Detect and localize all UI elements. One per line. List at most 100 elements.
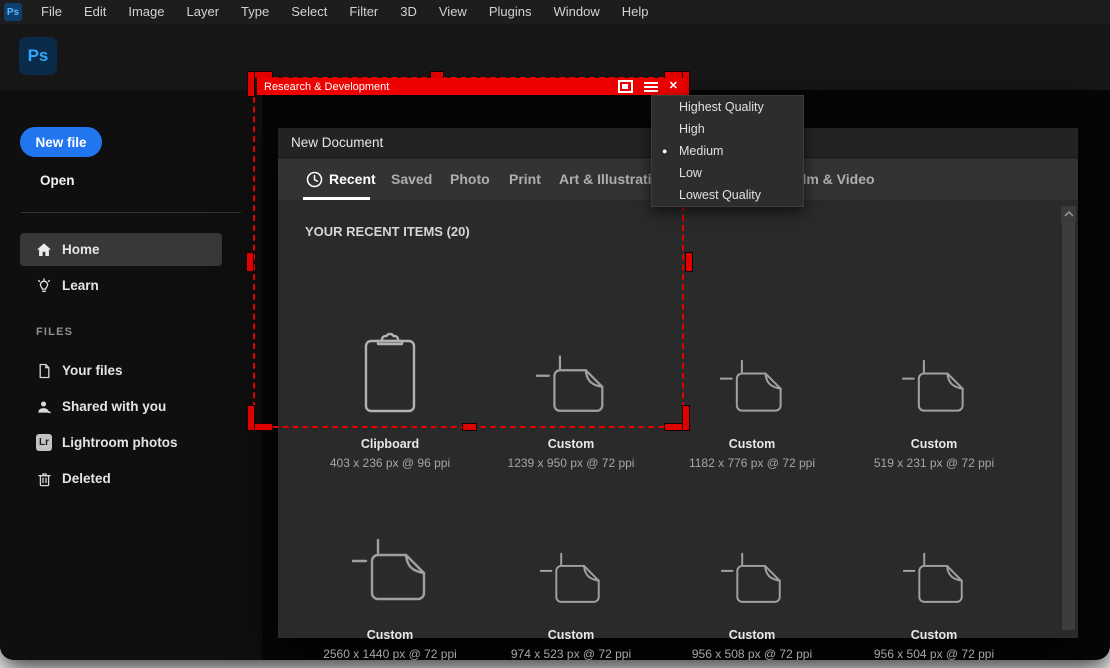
menu-image[interactable]: Image [117,0,175,24]
menu-file[interactable]: File [30,0,73,24]
sidebar-item-lightroom-photos[interactable]: Lr Lightroom photos [20,426,222,459]
selected-bullet-icon: ● [662,140,667,162]
open-button[interactable]: Open [40,173,75,188]
menu-edit[interactable]: Edit [73,0,117,24]
custom-doc-icon [672,518,832,608]
sidebar-item-shared-with-you[interactable]: Shared with you [20,390,222,423]
close-icon[interactable]: ✕ [669,78,678,95]
doc-size: 1182 x 776 px @ 72 ppi [672,456,832,470]
new-file-button[interactable]: New file [20,127,102,157]
selection-corner-handle[interactable] [682,405,690,431]
selection-corner-handle[interactable] [247,71,255,97]
chevron-up-icon [1063,210,1075,218]
ps-app-icon: Ps [4,3,22,21]
selection-corner-handle[interactable] [247,405,255,431]
custom-doc-icon [854,327,1014,417]
custom-doc-icon [854,518,1014,608]
menu-item-lowest-quality[interactable]: ●Lowest Quality [652,184,803,206]
menu-help[interactable]: Help [611,0,660,24]
menu-type[interactable]: Type [230,0,280,24]
menu-item-highest-quality[interactable]: ●Highest Quality [652,96,803,118]
sidebar-item-label: Lightroom photos [62,435,177,450]
clipboard-doc-icon [310,327,470,417]
lightbulb-icon [36,278,52,294]
doc-name: Custom [491,437,651,451]
menu-window[interactable]: Window [542,0,610,24]
menu-filter[interactable]: Filter [338,0,389,24]
sidebar-item-deleted[interactable]: Deleted [20,462,222,495]
tab-recent[interactable]: Recent [329,159,376,200]
doc-name: Custom [672,628,832,642]
custom-doc-icon [491,327,651,417]
doc-name: Custom [854,437,1014,451]
custom-doc-icon [672,327,832,417]
capture-window-title: Research & Development [264,81,618,93]
selection-mid-handle[interactable] [462,423,477,431]
custom-doc-icon [491,518,651,608]
recent-doc-card[interactable]: Clipboard 403 x 236 px @ 96 ppi [310,327,470,470]
doc-name: Custom [672,437,832,451]
menu-layer[interactable]: Layer [176,0,231,24]
menu-view[interactable]: View [428,0,478,24]
menu-3d[interactable]: 3D [389,0,428,24]
doc-size: 2560 x 1440 px @ 72 ppi [310,647,470,660]
document-icon [36,363,52,379]
menu-item-high[interactable]: ●High [652,118,803,140]
menu-plugins[interactable]: Plugins [478,0,543,24]
sidebar-item-home[interactable]: Home [20,233,222,266]
doc-name: Clipboard [310,437,470,451]
menu-hamburger-icon[interactable] [644,82,658,92]
menu-item-medium[interactable]: ●Medium [652,140,803,162]
recent-doc-card[interactable]: Custom 956 x 504 px @ 72 ppi [854,518,1014,660]
scrollbar-up-button[interactable] [1061,206,1076,222]
sidebar-divider [21,212,241,213]
menu-item-low[interactable]: ●Low [652,162,803,184]
menu-select[interactable]: Select [280,0,338,24]
doc-name: Custom [491,628,651,642]
home-icon [36,242,52,258]
recent-items-heading: YOUR RECENT ITEMS (20) [305,224,470,239]
doc-size: 403 x 236 px @ 96 ppi [310,456,470,470]
ps-logo: Ps [19,37,57,75]
selection-mid-handle[interactable] [246,252,254,272]
sidebar-item-learn[interactable]: Learn [20,269,222,302]
capture-window-titlebar[interactable]: Research & Development ✕ [257,78,685,95]
fill-square-icon[interactable] [618,80,633,93]
dialog-body: YOUR RECENT ITEMS (20) Clipboard 403 x 2… [278,200,1078,638]
lightroom-icon: Lr [36,435,52,451]
recent-doc-card[interactable]: Custom 2560 x 1440 px @ 72 ppi [310,518,470,660]
tab-photo[interactable]: Photo [450,159,490,200]
trash-icon [36,471,52,487]
doc-size: 974 x 523 px @ 72 ppi [491,647,651,660]
person-icon [36,399,52,415]
recent-doc-card[interactable]: Custom 974 x 523 px @ 72 ppi [491,518,651,660]
photoshop-window: Ps File Edit Image Layer Type Select Fil… [0,0,1110,660]
doc-name: Custom [854,628,1014,642]
doc-size: 956 x 504 px @ 72 ppi [854,647,1014,660]
recent-doc-card[interactable]: Custom 1182 x 776 px @ 72 ppi [672,327,832,470]
sidebar-item-label: Learn [62,278,99,293]
clock-icon [306,171,323,193]
sidebar-item-your-files[interactable]: Your files [20,354,222,387]
menu-bar: Ps File Edit Image Layer Type Select Fil… [0,0,1110,24]
sidebar-item-label: Home [62,242,100,257]
sidebar-item-label: Shared with you [62,399,166,414]
doc-name: Custom [310,628,470,642]
quality-dropdown-menu: ●Highest Quality ●High ●Medium ●Low ●Low… [651,95,804,207]
tab-saved[interactable]: Saved [391,159,432,200]
dialog-title: New Document [291,135,383,150]
recent-doc-card[interactable]: Custom 1239 x 950 px @ 72 ppi [491,327,651,470]
recent-doc-card[interactable]: Custom 519 x 231 px @ 72 ppi [854,327,1014,470]
selection-mid-handle[interactable] [685,252,693,272]
custom-doc-icon [310,518,470,608]
tab-print[interactable]: Print [509,159,541,200]
files-section-header: FILES [36,326,73,338]
doc-size: 956 x 508 px @ 72 ppi [672,647,832,660]
doc-size: 1239 x 950 px @ 72 ppi [491,456,651,470]
home-sidebar: New file Open Home Learn FILES [0,90,262,660]
recent-doc-card[interactable]: Custom 956 x 508 px @ 72 ppi [672,518,832,660]
sidebar-item-label: Deleted [62,471,111,486]
doc-size: 519 x 231 px @ 72 ppi [854,456,1014,470]
scrollbar-thumb[interactable] [1062,222,1075,630]
sidebar-item-label: Your files [62,363,123,378]
